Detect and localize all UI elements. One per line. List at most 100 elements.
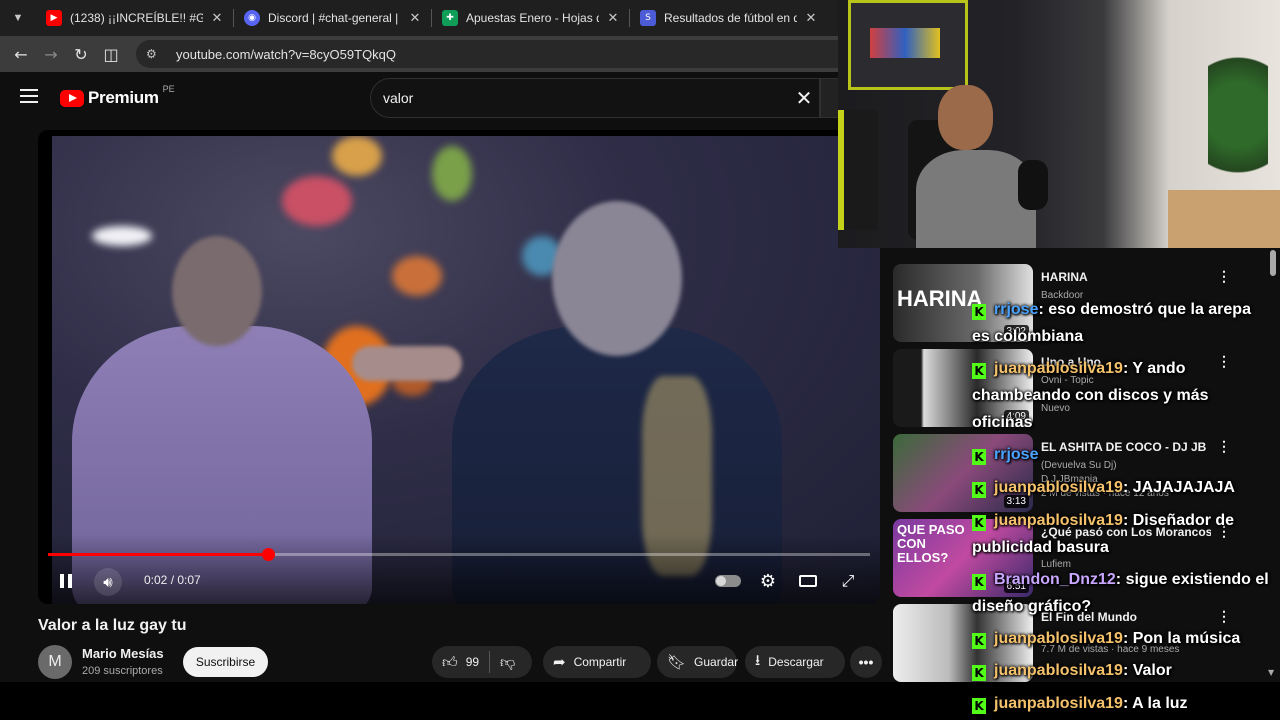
table: [1168, 190, 1280, 248]
fullscreen-icon[interactable]: ⤢: [836, 568, 860, 594]
discord-icon: ◉: [244, 10, 260, 26]
close-tab-icon[interactable]: ✕: [209, 11, 225, 26]
progress-bar[interactable]: [48, 548, 870, 561]
kebab-menu-icon[interactable]: ⋮: [1217, 268, 1231, 285]
close-tab-icon[interactable]: ✕: [605, 11, 621, 26]
related-meta: 7.7 M de vistas · hace 9 meses: [1041, 629, 1221, 657]
kebab-menu-icon[interactable]: ⋮: [1217, 608, 1231, 625]
tab-title: Apuestas Enero - Hojas de cálc: [466, 11, 599, 25]
volume-icon[interactable]: 🔊︎: [94, 568, 122, 596]
lantern: [332, 136, 382, 176]
flashscore-icon: S: [640, 10, 656, 26]
related-meta: (Devuelva Su Dj) D.J JBmania 2 M de vist…: [1041, 459, 1221, 501]
video-thumbnail[interactable]: [893, 604, 1033, 682]
theater-frame: [799, 575, 817, 587]
search-value[interactable]: valor: [383, 90, 789, 106]
thumbs-down-icon[interactable]: 👎︎: [500, 653, 515, 672]
player-controls-gradient: [38, 534, 880, 604]
channel-avatar[interactable]: M: [38, 645, 72, 679]
browser-tab-youtube[interactable]: ▶ (1238) ¡¡INCREÍBLE!! #GUIMAR ✕: [36, 0, 233, 36]
video-thumbnail[interactable]: HARINA 3:02: [893, 264, 1033, 342]
streamer-face: [938, 85, 993, 150]
theater-mode-icon[interactable]: [796, 568, 820, 594]
related-video-item[interactable]: El Fin del Mundo 7.7 M de vistas · hace …: [893, 604, 1273, 682]
save-button[interactable]: 🔖︎ Guardar: [657, 646, 738, 678]
youtube-icon: ▶: [46, 10, 62, 26]
screen: ▼ ▶ (1238) ¡¡INCREÍBLE!! #GUIMAR ✕ ◉ Dis…: [0, 0, 1280, 720]
sheets-icon: ✚: [442, 10, 458, 26]
related-meta: Backdoor: [1041, 289, 1221, 303]
subscriber-count: 209 suscriptores: [82, 665, 163, 677]
lantern: [392, 256, 442, 296]
close-tab-icon[interactable]: ✕: [803, 11, 819, 26]
related-video-item[interactable]: HARINA 3:02 HARINA Backdoor ⋮: [893, 264, 1273, 344]
scroll-down-arrow-icon[interactable]: ▼: [1268, 668, 1274, 677]
forward-arrow-icon[interactable]: →: [36, 39, 66, 69]
autoplay-toggle[interactable]: [714, 568, 742, 594]
address-bar[interactable]: ⚙ youtube.com/watch?v=8cyO59TQkqQ: [136, 40, 896, 68]
bookmark-icon: 🔖︎: [667, 653, 687, 671]
kebab-menu-icon[interactable]: ⋮: [1217, 438, 1231, 455]
related-title[interactable]: Uno a Uno: [1041, 355, 1211, 369]
lantern: [282, 176, 352, 226]
logo-text: Premium: [88, 88, 159, 107]
video-player[interactable]: 🔊︎ 0:02 / 0:07 ⚙ ⤢: [38, 130, 880, 604]
like-count[interactable]: 99: [466, 655, 479, 669]
related-video-item[interactable]: 3:13 EL ASHITA DE COCO - DJ JB (Devuelva…: [893, 434, 1273, 514]
sidebar-scrollbar[interactable]: [1270, 250, 1276, 276]
related-title[interactable]: HARINA: [1041, 270, 1211, 284]
youtube-play-logo-icon: [60, 89, 84, 107]
reload-icon[interactable]: ↻: [66, 39, 96, 69]
browser-tab-discord[interactable]: ◉ Discord | #chat-general | Jimmy ✕: [234, 0, 431, 36]
progress-played: [48, 553, 269, 556]
menu-icon[interactable]: [20, 86, 40, 108]
kebab-menu-icon[interactable]: ⋮: [1217, 353, 1231, 370]
video-thumbnail[interactable]: QUE PASO CON ELLOS? 6:51: [893, 519, 1033, 597]
settings-gear-icon[interactable]: ⚙: [756, 568, 780, 594]
related-channel: D.J JBmania: [1041, 474, 1098, 485]
video-thumbnail[interactable]: 3:13: [893, 434, 1033, 512]
search-input[interactable]: valor ✕: [370, 78, 820, 118]
more-actions-button[interactable]: •••: [850, 646, 882, 678]
like-dislike-group: 👍︎ 99 👎︎: [432, 646, 532, 678]
related-title[interactable]: ¿Qué pasó con Los Morancos?: [1041, 525, 1211, 539]
left-man-head: [172, 236, 262, 346]
tab-title: (1238) ¡¡INCREÍBLE!! #GUIMAR: [70, 11, 203, 25]
garland-left: [838, 110, 878, 230]
tab-search-chevron-icon[interactable]: ▼: [6, 6, 30, 30]
channel-name[interactable]: Mario Mesías: [82, 646, 164, 661]
tab-title: Discord | #chat-general | Jimmy: [268, 11, 401, 25]
related-video-item[interactable]: 4:09 Uno a Uno Ovni - Topic Nuevo ⋮: [893, 349, 1273, 429]
url-text[interactable]: youtube.com/watch?v=8cyO59TQkqQ: [176, 47, 396, 62]
thumbnail-text: HARINA: [897, 286, 983, 311]
youtube-premium-logo[interactable]: Premium PE: [60, 84, 175, 108]
split-view-icon[interactable]: ◫: [96, 39, 126, 69]
time-display: 0:02 / 0:07: [144, 573, 201, 587]
thumbs-up-icon[interactable]: 👍︎: [442, 653, 458, 672]
taskbar-strip: [0, 682, 1280, 720]
related-meta: Ovni - Topic Nuevo: [1041, 374, 1221, 416]
close-tab-icon[interactable]: ✕: [407, 11, 423, 26]
lantern: [432, 146, 472, 201]
related-title[interactable]: El Fin del Mundo: [1041, 610, 1211, 624]
related-title[interactable]: EL ASHITA DE COCO - DJ JB: [1041, 440, 1211, 454]
share-button[interactable]: ➦ Compartir: [543, 646, 651, 678]
pointing-hand: [352, 346, 462, 381]
browser-tab-sheets[interactable]: ✚ Apuestas Enero - Hojas de cálc ✕: [432, 0, 629, 36]
site-info-icon[interactable]: ⚙: [146, 47, 164, 61]
clear-search-icon[interactable]: ✕: [789, 86, 819, 110]
light: [92, 226, 152, 246]
video-duration: 6:51: [1003, 580, 1029, 593]
kebab-menu-icon[interactable]: ⋮: [1217, 523, 1231, 540]
video-thumbnail[interactable]: 4:09: [893, 349, 1033, 427]
browser-tab-flashscore[interactable]: S Resultados de fútbol en directo ✕: [630, 0, 827, 36]
related-video-item[interactable]: QUE PASO CON ELLOS? 6:51 ¿Qué pasó con L…: [893, 519, 1273, 599]
pause-icon[interactable]: [56, 568, 76, 594]
video-duration: 3:13: [1003, 495, 1029, 508]
download-button[interactable]: ⭳ Descargar: [745, 646, 845, 678]
streamer-webcam: [838, 0, 1280, 248]
share-arrow-icon: ➦: [553, 653, 566, 671]
subscribe-button[interactable]: Suscribirse: [183, 647, 268, 677]
download-label: Descargar: [768, 655, 824, 669]
back-arrow-icon[interactable]: ←: [6, 39, 36, 69]
